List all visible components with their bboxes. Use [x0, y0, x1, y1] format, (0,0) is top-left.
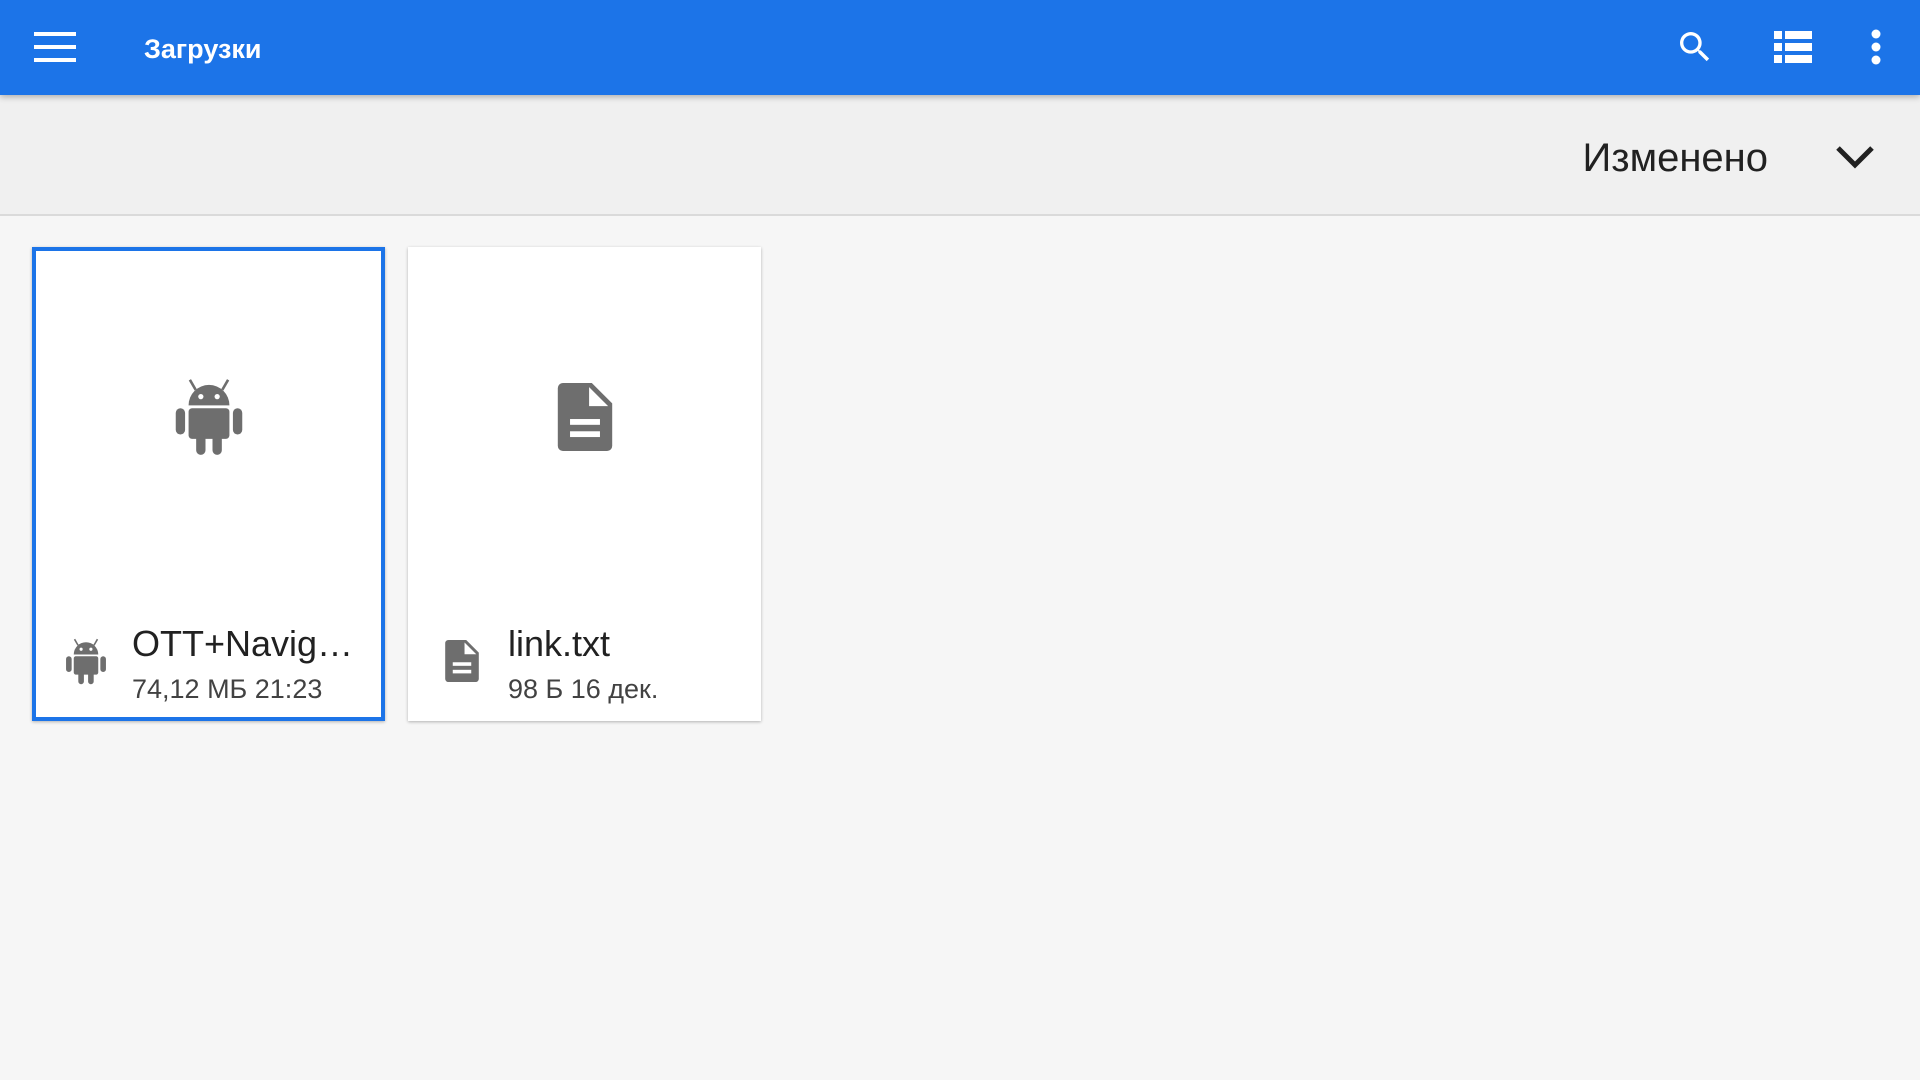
document-icon	[557, 383, 612, 451]
search-icon	[1680, 32, 1710, 62]
file-meta: 74,12 МБ 21:23	[132, 674, 323, 704]
file-type-icon	[62, 633, 110, 689]
sort-order-toggle[interactable]	[1820, 125, 1890, 191]
sort-label[interactable]: Изменено	[1582, 95, 1768, 214]
menu-button[interactable]	[20, 16, 90, 78]
document-icon	[445, 640, 479, 682]
file-thumbnail	[36, 247, 381, 587]
file-card[interactable]: link.txt 98 Б 16 дек.	[408, 247, 761, 721]
chevron-down-icon	[1836, 146, 1874, 169]
more-options-button[interactable]	[1843, 16, 1909, 78]
file-type-icon	[438, 633, 486, 689]
file-thumbnail	[408, 247, 761, 587]
list-view-icon	[1774, 31, 1812, 63]
app-bar: Загрузки	[0, 0, 1920, 95]
android-icon	[66, 638, 106, 684]
list-view-button[interactable]	[1760, 16, 1826, 78]
android-icon	[175, 379, 242, 455]
file-meta: 98 Б 16 дек.	[508, 674, 659, 704]
sort-bar: Изменено	[0, 95, 1920, 216]
more-vert-icon	[1871, 29, 1881, 65]
file-card[interactable]: OTT+Navig… 74,12 МБ 21:23	[32, 247, 385, 721]
menu-icon	[34, 32, 76, 62]
file-name: link.txt	[508, 623, 611, 664]
file-name: OTT+Navig…	[132, 623, 354, 664]
page-title: Загрузки	[144, 34, 262, 64]
search-button[interactable]	[1662, 16, 1728, 78]
